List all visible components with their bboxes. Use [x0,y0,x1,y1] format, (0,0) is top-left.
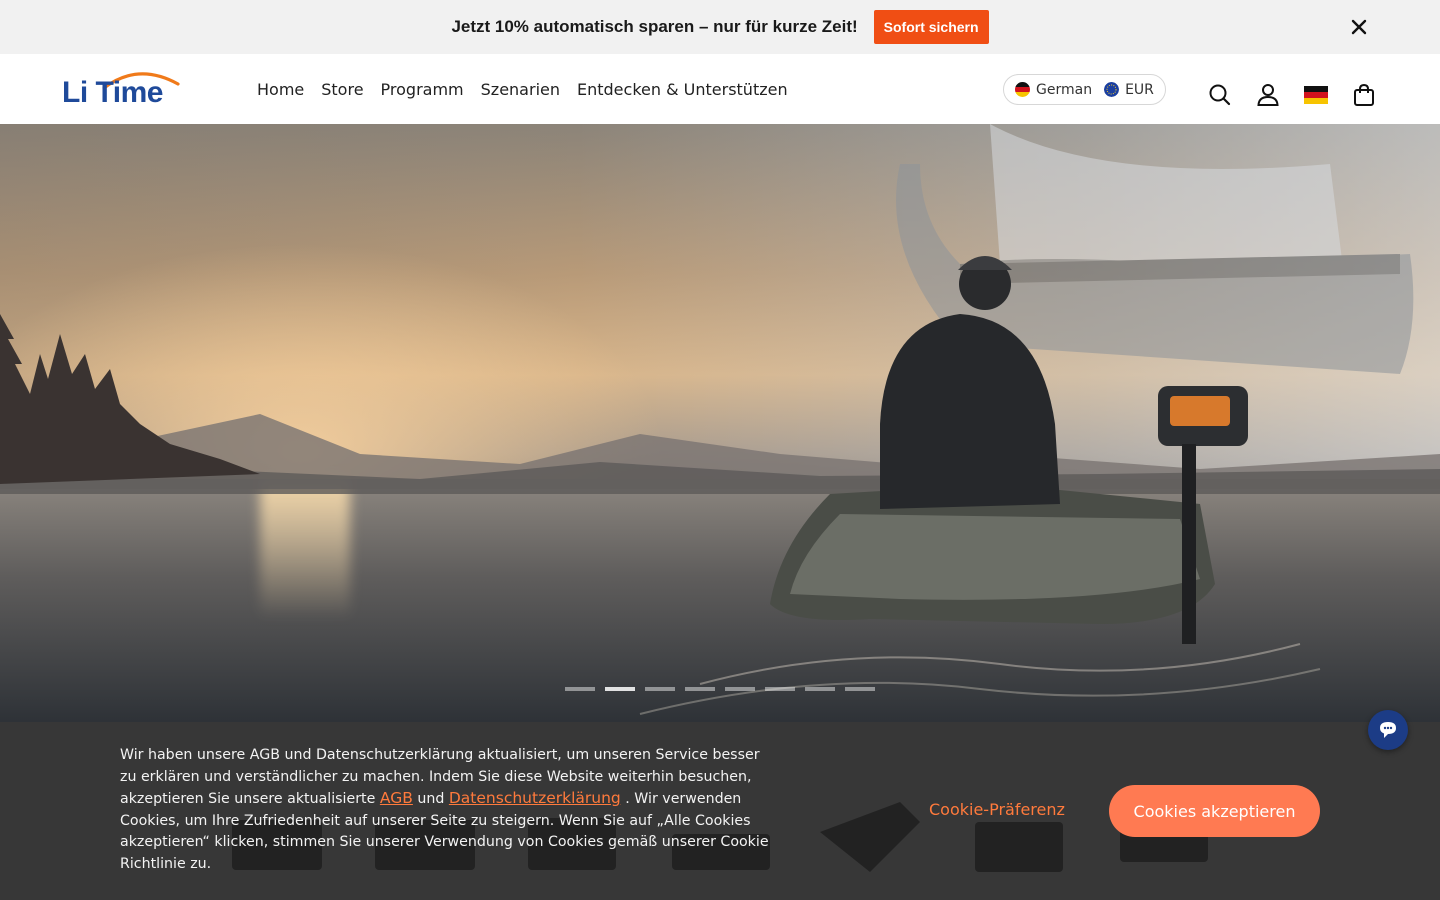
slide-dot[interactable] [765,687,795,691]
slide-dot-active[interactable] [605,687,635,691]
slide-dot[interactable] [685,687,715,691]
close-icon[interactable] [1346,14,1372,40]
slide-dot[interactable] [725,687,755,691]
privacy-link[interactable]: Datenschutzerklärung [449,789,621,807]
cookie-text-part: und [412,791,449,807]
nav-item-programm[interactable]: Programm [381,80,464,99]
agb-link[interactable]: AGB [380,789,413,807]
nav-item-szenarien[interactable]: Szenarien [481,80,560,99]
brand-name: Li Time [62,76,163,109]
hero-illustration [0,124,1440,715]
germany-flag-icon[interactable] [1304,86,1328,104]
cookie-message: Wir haben unsere AGB und Datenschutzerkl… [120,745,780,875]
eu-flag-icon [1104,82,1120,97]
slide-indicators [565,687,875,691]
nav-item-store[interactable]: Store [321,80,363,99]
locale-selector[interactable]: German EUR [1003,74,1166,105]
account-icon[interactable] [1255,82,1281,108]
announcement-bar: Jetzt 10% automatisch sparen – nur für k… [0,0,1440,54]
accept-cookies-button[interactable]: Cookies akzeptieren [1109,785,1320,837]
germany-flag-icon [1015,82,1030,97]
chat-button[interactable] [1368,710,1408,750]
currency-label: EUR [1125,81,1154,98]
slide-dot[interactable] [845,687,875,691]
cart-icon[interactable] [1351,82,1377,108]
brand-logo[interactable]: Li Time [62,68,180,114]
announcement-cta-button[interactable]: Sofort sichern [873,10,989,44]
hero-banner[interactable] [0,124,1440,722]
nav-item-entdecken[interactable]: Entdecken & Unterstützen [577,80,788,99]
search-icon[interactable] [1207,82,1233,108]
slide-dot[interactable] [565,687,595,691]
site-header: Li Time Home Store Programm Szenarien En… [0,54,1440,124]
cookie-banner: Wir haben unsere AGB und Datenschutzerkl… [0,722,1440,900]
cookie-preference-button[interactable]: Cookie-Präferenz [929,800,1065,819]
main-nav: Home Store Programm Szenarien Entdecken … [257,54,788,124]
slide-dot[interactable] [645,687,675,691]
language-label: German [1036,81,1093,98]
nav-item-home[interactable]: Home [257,80,304,99]
chat-icon [1380,722,1396,738]
slide-dot[interactable] [805,687,835,691]
announcement-text: Jetzt 10% automatisch sparen – nur für k… [451,17,858,36]
